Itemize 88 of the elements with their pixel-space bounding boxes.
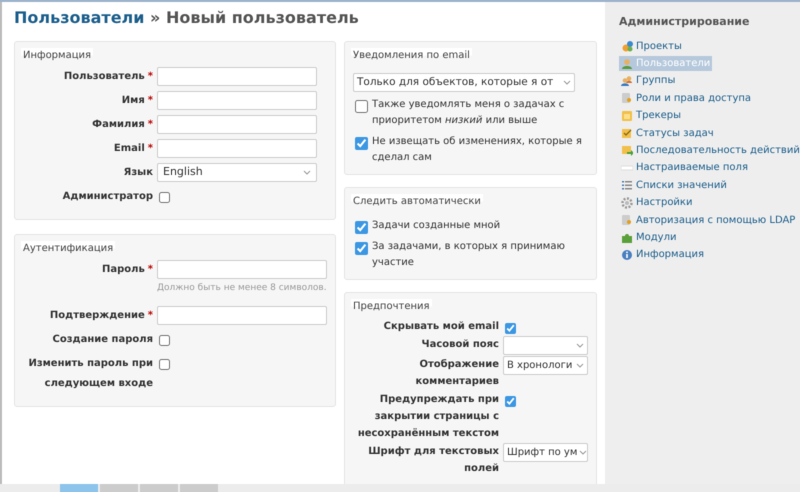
taskbar-button[interactable] xyxy=(180,484,218,492)
select-field[interactable]: Только для объектов, которые я от xyxy=(353,73,575,92)
text-field[interactable] xyxy=(157,115,317,134)
checkbox[interactable] xyxy=(159,358,170,370)
caret-icon xyxy=(303,170,311,176)
checkbox-option[interactable]: За задачами, в которых я принимаю участие xyxy=(353,239,588,272)
checkbox[interactable] xyxy=(355,242,368,256)
caret-icon xyxy=(563,80,571,86)
taskbar-button[interactable] xyxy=(100,484,138,492)
caret-icon xyxy=(576,363,584,368)
checkbox-option[interactable]: Не извещать об изменениях, которые я сделал сам xyxy=(353,134,588,166)
fieldset-legend: Аутентификация xyxy=(21,241,116,256)
sidebar-link[interactable]: Трекеры xyxy=(619,108,684,124)
user-icon xyxy=(621,58,633,70)
text-field[interactable] xyxy=(157,306,327,325)
option-text: Не извещать об изменениях, которые я сделал сам xyxy=(372,135,583,166)
workflow-icon xyxy=(621,144,633,157)
list-icon xyxy=(621,179,633,192)
checkbox-option[interactable]: Задачи созданные мной xyxy=(353,218,588,234)
taskbar-button[interactable] xyxy=(140,484,178,492)
group-icon xyxy=(621,75,633,88)
taskbar-button[interactable] xyxy=(60,484,98,492)
option-text: За задачами, в которых я принимаю участие xyxy=(372,240,566,270)
checkbox[interactable] xyxy=(505,323,516,334)
sidebar-title: Администрирование xyxy=(619,14,750,30)
sidebar-link[interactable]: Авторизация с помощью LDAP xyxy=(619,212,798,228)
select-field[interactable]: Шрифт по ум xyxy=(503,443,588,462)
checkbox[interactable] xyxy=(159,192,170,204)
text-field[interactable] xyxy=(157,139,317,158)
sidebar-link[interactable]: Информация xyxy=(619,247,706,263)
info-icon xyxy=(621,249,633,262)
text-field[interactable] xyxy=(157,67,317,86)
field-label: Фамилия * xyxy=(91,118,153,132)
checkbox[interactable] xyxy=(355,137,368,150)
sidebar-link[interactable]: Списки значений xyxy=(619,178,729,194)
field-label: Предупреждать при закрытии страницы с несохранённым текстом xyxy=(356,393,499,442)
caret-icon xyxy=(579,450,587,456)
field-label: Отображение комментариев xyxy=(414,358,499,390)
settings-icon xyxy=(621,196,633,209)
sidebar-link[interactable]: Настраиваемые поля xyxy=(619,160,750,176)
field-label: Администратор xyxy=(62,190,153,204)
projects-icon xyxy=(621,40,633,52)
select-field[interactable]: English xyxy=(157,163,317,182)
option-text: Задачи созданные мной xyxy=(372,219,500,234)
sidebar-link[interactable]: Статусы задач xyxy=(619,126,716,141)
field-label: Email * xyxy=(112,142,153,156)
checkbox[interactable] xyxy=(355,100,368,114)
option-text: Также уведомлять меня о задачах с приоритетом низкий или выше xyxy=(372,98,566,128)
select-field[interactable] xyxy=(503,336,588,356)
select-field[interactable]: В хронологи xyxy=(503,356,588,376)
field-label: Создание пароля xyxy=(52,332,153,347)
sidebar-link[interactable]: Настройки xyxy=(619,195,694,211)
field-label: Язык xyxy=(122,166,153,180)
breadcrumb-separator: » xyxy=(149,8,162,27)
sidebar-link[interactable]: Проекты xyxy=(619,38,684,54)
field-label: Часовой пояс xyxy=(420,338,499,352)
required-mark: * xyxy=(148,95,153,106)
puzzle-icon xyxy=(621,232,633,244)
text-field[interactable] xyxy=(157,260,327,280)
hint-text: Должно быть не менее 8 символов. xyxy=(157,282,327,296)
field-label: Скрывать мой email xyxy=(382,320,499,334)
page-title: Новый пользователь xyxy=(166,8,359,27)
fieldset-legend: Информация xyxy=(21,48,94,64)
sidebar-link[interactable]: Последовательность действий xyxy=(619,142,800,158)
checkbox-option[interactable]: Также уведомлять меня о задачах с приоритетом низкий или выше xyxy=(353,97,588,130)
breadcrumb-link[interactable]: Пользователи xyxy=(14,8,144,27)
field-label: Шрифт для текстовых полей xyxy=(367,445,499,476)
tracker-icon xyxy=(621,110,633,122)
sidebar-link[interactable]: Модули xyxy=(619,230,678,246)
required-mark: * xyxy=(148,310,153,321)
checkbox[interactable] xyxy=(505,396,516,408)
required-mark: * xyxy=(148,119,153,130)
sidebar-link[interactable]: Группы xyxy=(619,73,678,89)
field-label: Подтверждение * xyxy=(48,308,153,323)
field-label: Имя * xyxy=(120,94,153,108)
required-mark: * xyxy=(148,71,153,82)
fieldset-legend: Предпочтения xyxy=(351,299,432,314)
field-label: Пользователь * xyxy=(62,70,153,84)
field-label: Пароль * xyxy=(100,263,153,278)
caret-icon xyxy=(576,343,584,348)
status-icon xyxy=(621,127,633,140)
sidebar-link[interactable]: Роли и права доступа xyxy=(619,90,754,106)
required-mark: * xyxy=(148,264,153,276)
field-label: Изменить пароль при следующем входе xyxy=(27,356,153,391)
text-field[interactable] xyxy=(157,91,317,110)
checkbox[interactable] xyxy=(355,221,368,234)
required-mark: * xyxy=(148,143,153,154)
checkbox[interactable] xyxy=(159,334,170,346)
